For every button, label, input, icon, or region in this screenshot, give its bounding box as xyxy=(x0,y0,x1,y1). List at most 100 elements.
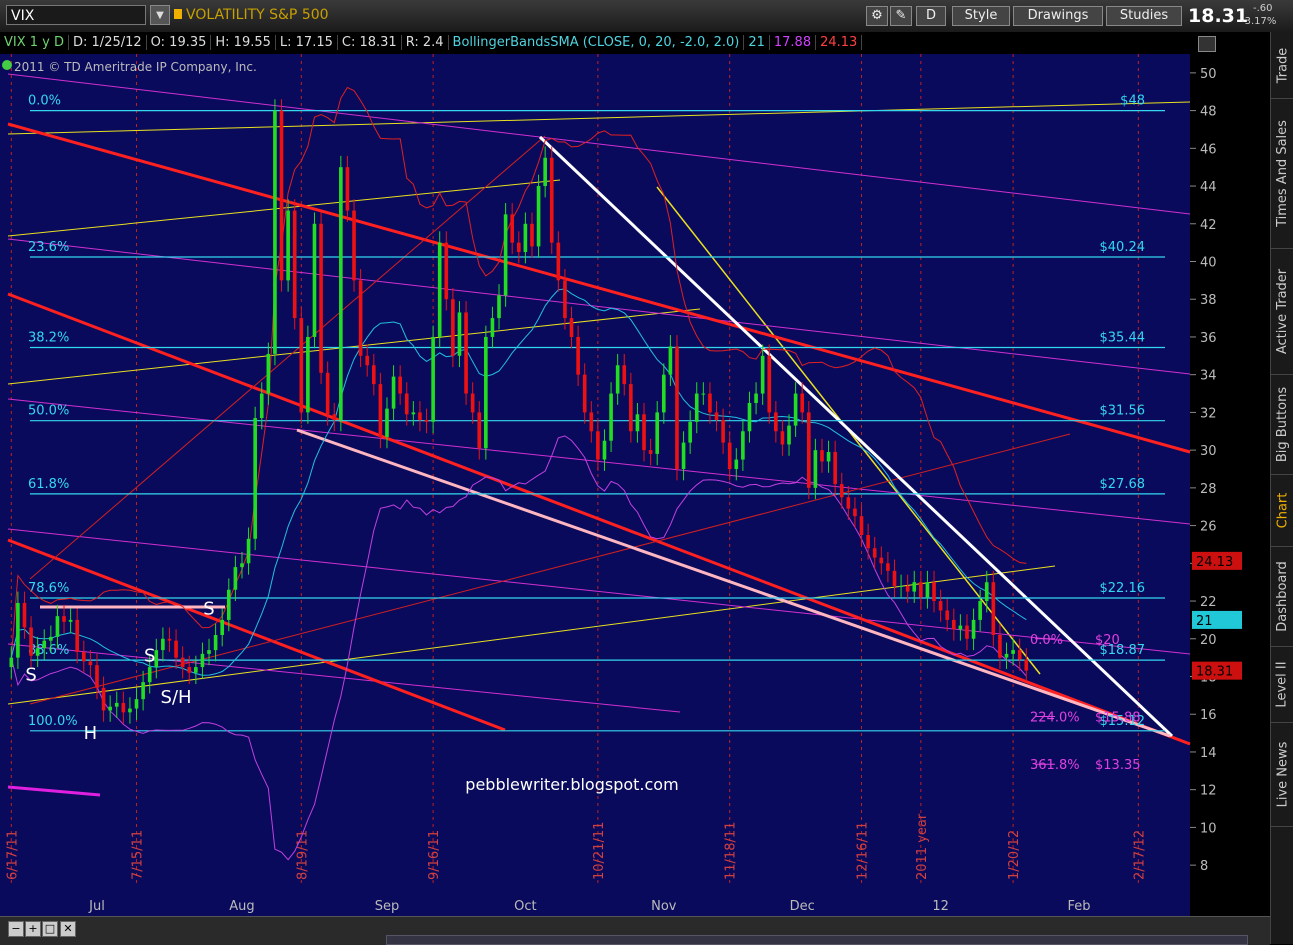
fib-extension-level-label: 224.0% xyxy=(1030,710,1080,725)
candle-body xyxy=(404,393,409,415)
candle-body xyxy=(259,393,264,419)
candle-body xyxy=(101,687,106,711)
info-symbol-period[interactable]: VIX 1 y D xyxy=(0,35,70,50)
candle-body xyxy=(694,393,699,422)
candle-body xyxy=(642,414,646,451)
candle-body xyxy=(319,223,323,373)
fib-price-label: $31.56 xyxy=(1100,404,1146,419)
y-tick-label: 28 xyxy=(1200,482,1217,497)
candle-body xyxy=(899,585,903,587)
candle-body xyxy=(622,365,627,385)
y-tick-label: 20 xyxy=(1200,633,1217,648)
candle-body xyxy=(938,601,943,611)
symbol-dropdown-button[interactable]: ▼ xyxy=(150,5,170,25)
candle-body xyxy=(470,393,475,413)
candle-body xyxy=(29,627,33,656)
candle-body xyxy=(444,242,449,300)
fib-price-label: $35.44 xyxy=(1100,331,1146,346)
candle-body xyxy=(971,619,976,639)
candle-body xyxy=(563,280,567,319)
fib-price-label: $40.24 xyxy=(1100,240,1146,255)
candle-body xyxy=(760,355,765,394)
y-tick-label: 44 xyxy=(1200,180,1217,195)
candle-body xyxy=(128,708,132,713)
candle-body xyxy=(569,318,574,337)
candle-body xyxy=(721,419,725,443)
sidebar-tab-live-news[interactable]: Live News xyxy=(1271,722,1293,827)
zoom-out-icon[interactable]: − xyxy=(8,921,24,937)
percent-change: -3.17% xyxy=(1241,16,1277,27)
sidebar-tab-big-buttons[interactable]: Big Buttons xyxy=(1271,374,1293,475)
y-tick-label: 8 xyxy=(1200,859,1208,874)
date-marker-label: 1/20/12 xyxy=(1007,830,1022,880)
candle-body xyxy=(892,570,897,586)
sidebar-tab-times-and-sales[interactable]: Times And Sales xyxy=(1271,98,1293,249)
candle-body xyxy=(418,412,422,420)
sidebar-tab-level-ii[interactable]: Level II xyxy=(1271,646,1293,723)
candle-body xyxy=(292,210,297,319)
link-icon[interactable]: ⚙ xyxy=(866,6,888,26)
candle-body xyxy=(780,431,785,445)
style-button[interactable]: Style xyxy=(952,6,1010,26)
candle-body xyxy=(49,636,53,641)
candle-body xyxy=(68,619,73,622)
info-study[interactable]: BollingerBandsSMA (CLOSE, 0, 20, -2.0, 2… xyxy=(448,35,745,50)
date-marker-label: 2011 year xyxy=(915,813,930,880)
settings-icon[interactable]: ✎ xyxy=(890,6,912,26)
y-tick-label: 40 xyxy=(1200,256,1217,271)
y-tick-label: 22 xyxy=(1200,595,1217,610)
candle-body xyxy=(714,412,719,420)
sidebar-tab-dashboard[interactable]: Dashboard xyxy=(1271,546,1293,647)
candle-body xyxy=(286,210,290,281)
snapshot-icon[interactable] xyxy=(1198,36,1216,52)
candle-body xyxy=(661,374,666,413)
candle-body xyxy=(833,452,837,485)
last-price: 18.31 xyxy=(1188,5,1249,27)
aggregation-button[interactable]: D xyxy=(916,6,946,26)
candle-body xyxy=(62,616,66,622)
zoom-fit-icon[interactable]: ✕ xyxy=(60,921,76,937)
sidebar-tab-active-trader[interactable]: Active Trader xyxy=(1271,248,1293,375)
candle-body xyxy=(134,699,139,709)
candle-body xyxy=(655,412,660,454)
date-marker-label: 12/16/11 xyxy=(856,822,871,880)
zoom-reset-icon[interactable]: □ xyxy=(42,921,58,937)
sidebar-tab-label: Big Buttons xyxy=(1275,386,1291,462)
candle-body xyxy=(490,318,495,337)
candle-body xyxy=(886,563,890,571)
candle-body xyxy=(965,625,969,639)
candle-body xyxy=(194,667,198,673)
candle-body xyxy=(431,336,435,422)
y-tick-label: 26 xyxy=(1200,520,1217,535)
candle-body xyxy=(141,682,145,700)
sidebar-tab-chart[interactable]: Chart xyxy=(1271,474,1293,547)
candle-body xyxy=(246,538,251,564)
price-chart[interactable]: 8101214161820222426283032343638404244464… xyxy=(0,54,1270,916)
pattern-label: S xyxy=(144,645,155,666)
candle-body xyxy=(121,702,126,713)
sidebar-tab-trade[interactable]: Trade xyxy=(1271,32,1293,99)
candle-body xyxy=(391,376,396,409)
candle-body xyxy=(813,450,818,488)
candle-body xyxy=(477,412,482,449)
candle-body xyxy=(668,346,673,375)
style-label: Style xyxy=(964,8,998,23)
symbol-input[interactable]: VIX xyxy=(6,5,146,25)
candle-body xyxy=(9,657,14,668)
candle-body xyxy=(55,616,60,637)
studies-button[interactable]: Studies xyxy=(1106,6,1182,26)
pattern-label: S/H xyxy=(161,687,192,708)
candle-body xyxy=(826,452,831,462)
candle-body xyxy=(95,665,99,688)
symbol-description: VOLATILITY S&P 500 xyxy=(186,7,329,23)
toolbar: VIX ▼ VOLATILITY S&P 500 ⚙ ✎ D Style Dra… xyxy=(0,0,1293,33)
price-flag-label: 21 xyxy=(1196,614,1213,629)
candle-body xyxy=(1017,650,1022,660)
zoom-in-icon[interactable]: + xyxy=(25,921,41,937)
y-tick-label: 34 xyxy=(1200,369,1217,384)
drawings-button[interactable]: Drawings xyxy=(1013,6,1103,26)
y-tick-label: 16 xyxy=(1200,708,1217,723)
candle-body xyxy=(820,450,824,462)
x-month-label: Dec xyxy=(790,899,815,914)
candle-body xyxy=(108,706,112,711)
